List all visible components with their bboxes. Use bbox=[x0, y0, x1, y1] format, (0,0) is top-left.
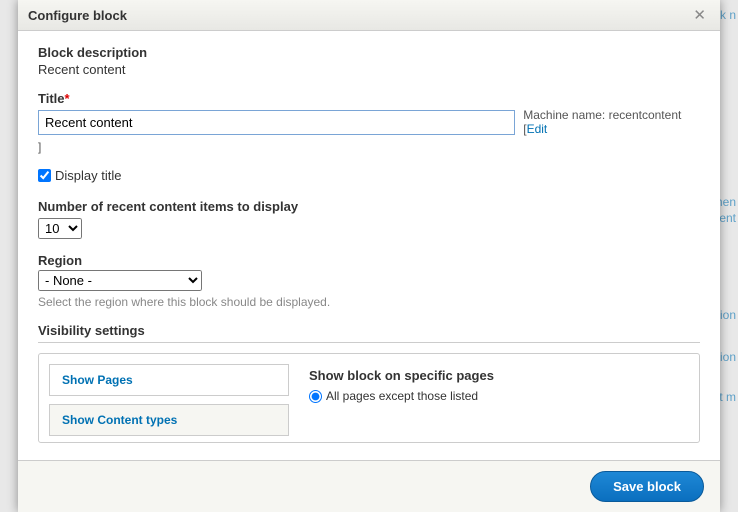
visibility-tabs: Show Pages Show Content types bbox=[49, 364, 289, 432]
machine-name-edit-link[interactable]: Edit bbox=[527, 122, 548, 136]
num-items-label: Number of recent content items to displa… bbox=[38, 199, 700, 214]
bg-text: ent bbox=[719, 211, 736, 225]
required-star-icon: * bbox=[65, 91, 70, 106]
machine-name-value: recentcontent bbox=[609, 108, 682, 122]
num-items-select[interactable]: 10 bbox=[38, 218, 82, 239]
title-label-text: Title bbox=[38, 91, 65, 106]
bg-text: t m bbox=[719, 390, 736, 404]
region-select[interactable]: - None - bbox=[38, 270, 202, 291]
visibility-settings-heading: Visibility settings bbox=[38, 323, 700, 343]
title-input[interactable] bbox=[38, 110, 515, 135]
close-icon[interactable]: ✕ bbox=[689, 6, 710, 24]
configure-block-dialog: Configure block ✕ Block description Rece… bbox=[18, 0, 720, 512]
dialog-body: Block description Recent content Title* … bbox=[18, 31, 720, 460]
display-title-label: Display title bbox=[55, 168, 121, 183]
visibility-tab-content: Show block on specific pages All pages e… bbox=[309, 364, 689, 432]
tab-show-pages[interactable]: Show Pages bbox=[49, 364, 289, 396]
machine-name: Machine name: recentcontent [Edit bbox=[523, 108, 700, 136]
dialog-header: Configure block ✕ bbox=[18, 0, 720, 31]
radio-all-except[interactable] bbox=[309, 390, 322, 403]
bg-text: ion bbox=[720, 350, 736, 364]
region-help-text: Select the region where this block shoul… bbox=[38, 295, 700, 309]
stray-bracket: ] bbox=[38, 140, 700, 154]
region-label: Region bbox=[38, 253, 700, 268]
show-block-pages-heading: Show block on specific pages bbox=[309, 368, 689, 383]
title-label: Title* bbox=[38, 91, 700, 106]
tab-show-content-types[interactable]: Show Content types bbox=[49, 404, 289, 436]
display-title-checkbox[interactable] bbox=[38, 169, 51, 182]
block-description-label: Block description bbox=[38, 45, 700, 60]
bg-text: ion bbox=[720, 308, 736, 322]
block-description-value: Recent content bbox=[38, 62, 700, 77]
dialog-footer: Save block bbox=[18, 460, 720, 512]
save-block-button[interactable]: Save block bbox=[590, 471, 704, 502]
visibility-settings-panel: Show Pages Show Content types Show block… bbox=[38, 353, 700, 443]
radio-all-except-label: All pages except those listed bbox=[326, 389, 478, 403]
dialog-title: Configure block bbox=[28, 8, 127, 23]
machine-name-label: Machine name: bbox=[523, 108, 605, 122]
